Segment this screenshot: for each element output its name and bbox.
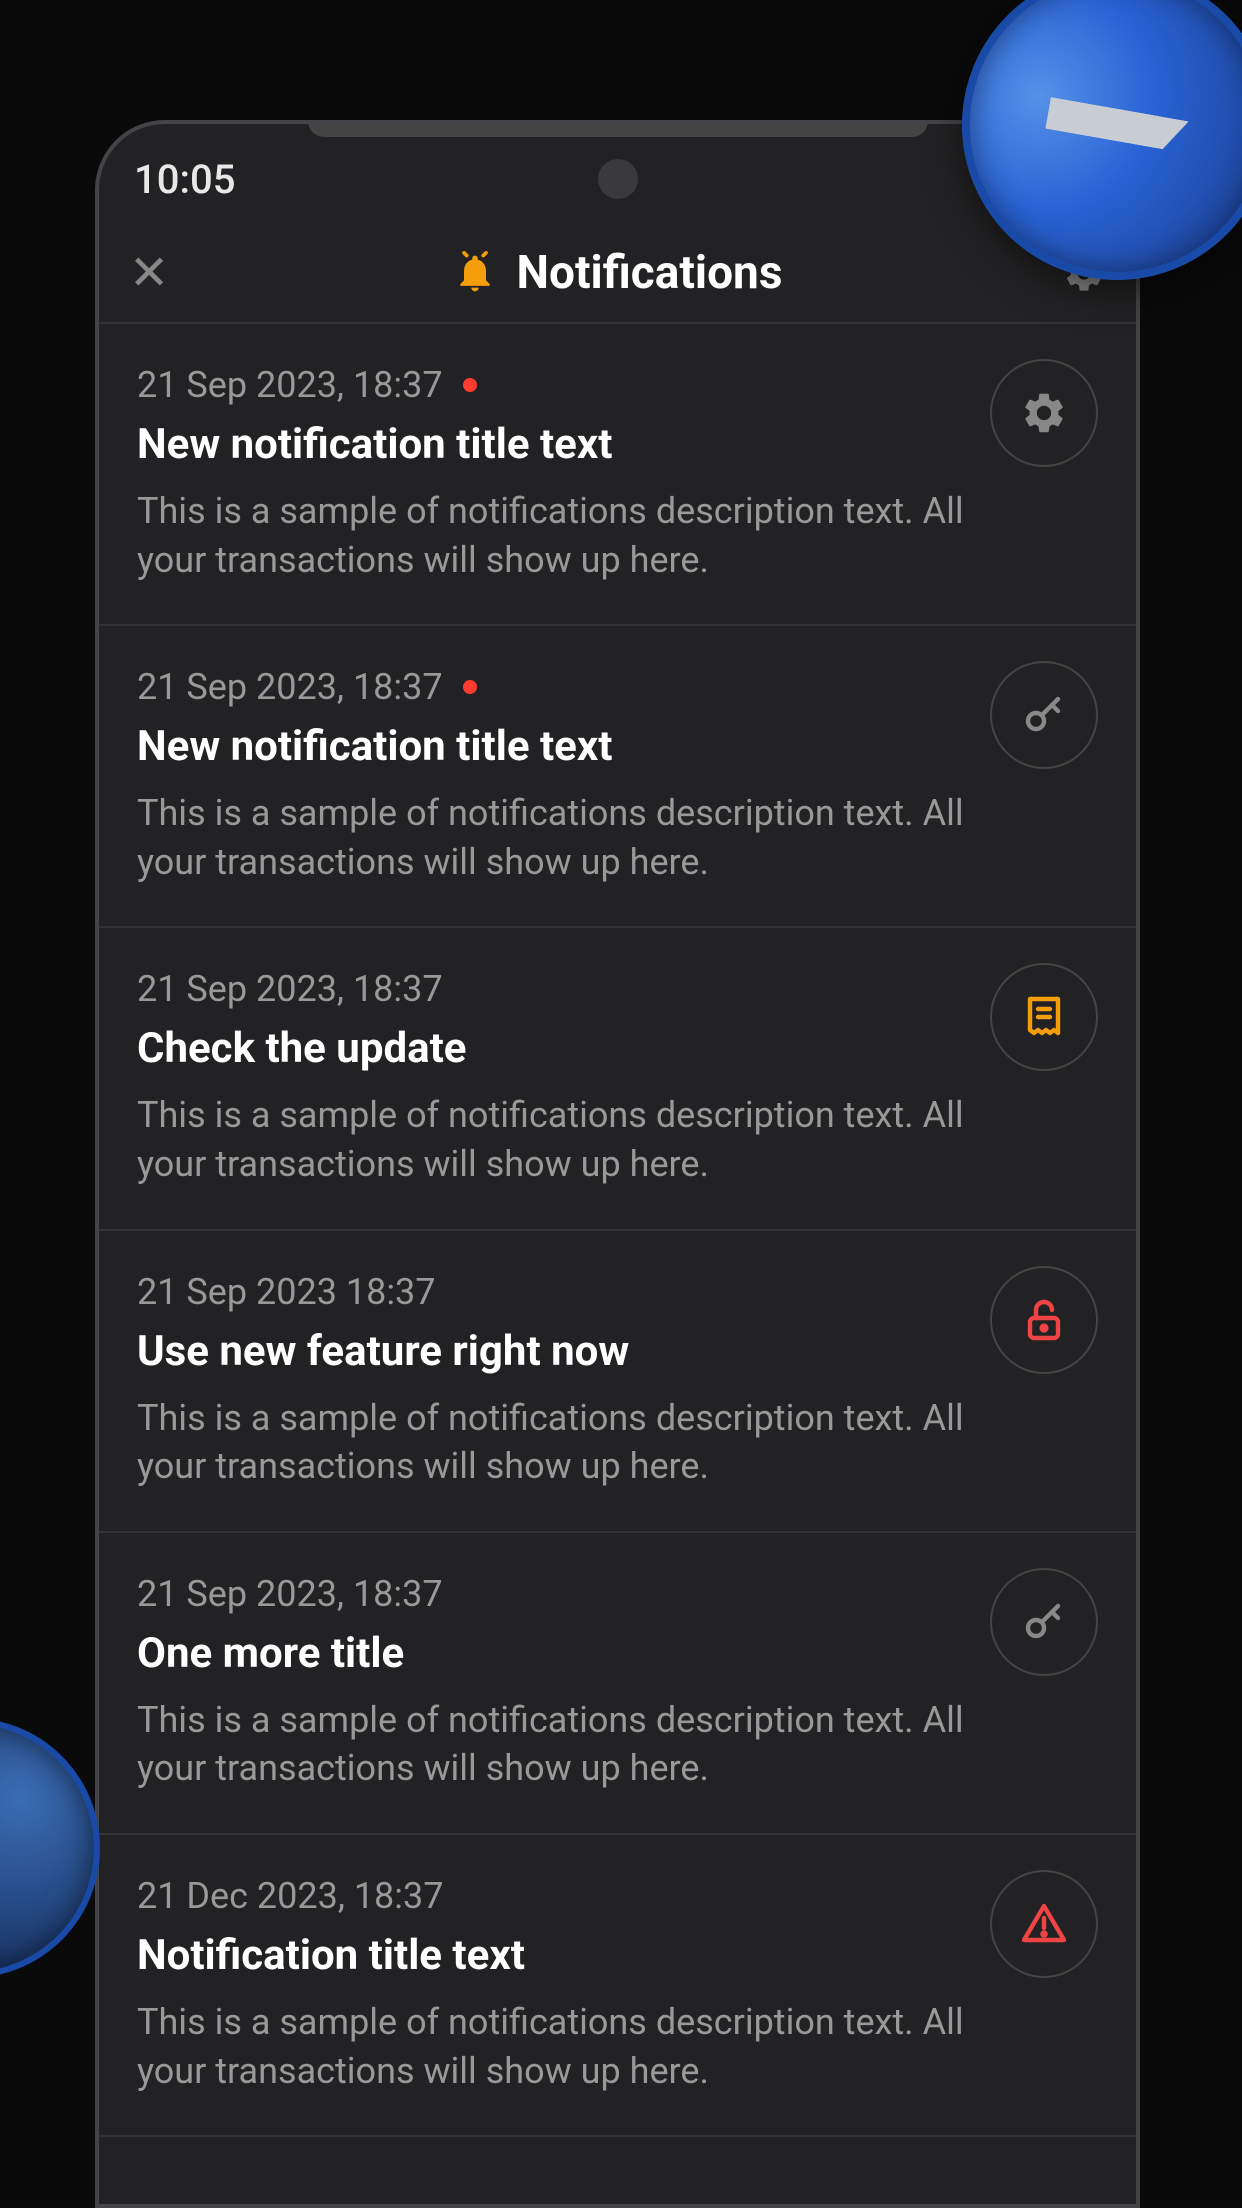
notification-meta: 21 Sep 2023, 18:37	[137, 968, 1098, 1010]
warning-icon	[1020, 1900, 1068, 1948]
notifications-list[interactable]: 21 Sep 2023, 18:37 New notification titl…	[99, 324, 1136, 2137]
notification-meta: 21 Dec 2023, 18:37	[137, 1875, 1098, 1917]
notification-meta: 21 Sep 2023 18:37	[137, 1271, 1098, 1313]
notification-date: 21 Sep 2023, 18:37	[137, 968, 443, 1010]
bell-icon	[453, 251, 497, 295]
receipt-icon	[1020, 993, 1068, 1041]
notification-item[interactable]: 21 Sep 2023 18:37 Use new feature right …	[99, 1231, 1136, 1533]
notification-category-button[interactable]	[990, 359, 1098, 467]
lock-icon	[1020, 1296, 1068, 1344]
decorative-coin-bottom	[0, 1718, 100, 1978]
close-button[interactable]: ✕	[129, 249, 189, 297]
notification-description: This is a sample of notifications descri…	[137, 1696, 1007, 1793]
notification-title: Use new feature right now	[137, 1327, 1098, 1376]
notification-title: Check the update	[137, 1024, 1098, 1073]
notification-description: This is a sample of notifications descri…	[137, 1998, 1007, 2095]
notification-date: 21 Sep 2023 18:37	[137, 1271, 436, 1313]
notification-category-button[interactable]	[990, 963, 1098, 1071]
notification-description: This is a sample of notifications descri…	[137, 1394, 1007, 1491]
status-time: 10:05	[134, 156, 235, 203]
unread-indicator	[463, 378, 477, 392]
notification-item[interactable]: 21 Dec 2023, 18:37 Notification title te…	[99, 1835, 1136, 2137]
phone-notch	[308, 121, 928, 137]
notification-description: This is a sample of notifications descri…	[137, 1091, 1007, 1188]
notification-category-button[interactable]	[990, 1266, 1098, 1374]
unread-indicator	[463, 680, 477, 694]
notification-title: New notification title text	[137, 420, 1098, 469]
notification-item[interactable]: 21 Sep 2023, 18:37 New notification titl…	[99, 324, 1136, 626]
key-icon	[1020, 1598, 1068, 1646]
notification-title: Notification title text	[137, 1931, 1098, 1980]
page-title: Notifications	[517, 246, 783, 300]
notification-date: 21 Sep 2023, 18:37	[137, 1573, 443, 1615]
notification-date: 21 Sep 2023, 18:37	[137, 364, 443, 406]
notification-description: This is a sample of notifications descri…	[137, 487, 1007, 584]
key-icon	[1020, 691, 1068, 739]
notification-title: New notification title text	[137, 722, 1098, 771]
notification-date: 21 Dec 2023, 18:37	[137, 1875, 443, 1917]
notification-item[interactable]: 21 Sep 2023, 18:37 New notification titl…	[99, 626, 1136, 928]
notification-item[interactable]: 21 Sep 2023, 18:37 One more title This i…	[99, 1533, 1136, 1835]
notification-date: 21 Sep 2023, 18:37	[137, 666, 443, 708]
notification-title: One more title	[137, 1629, 1098, 1678]
notification-item[interactable]: 21 Sep 2023, 18:37 Check the update This…	[99, 928, 1136, 1230]
phone-frame: 10:05 ✕ Notifications	[95, 120, 1140, 2208]
camera-dot	[598, 159, 638, 199]
notification-category-button[interactable]	[990, 1870, 1098, 1978]
gear-icon	[1020, 389, 1068, 437]
notification-meta: 21 Sep 2023, 18:37	[137, 1573, 1098, 1615]
notification-meta: 21 Sep 2023, 18:37	[137, 666, 1098, 708]
app-header: ✕ Notifications	[99, 224, 1136, 324]
notification-description: This is a sample of notifications descri…	[137, 789, 1007, 886]
notification-meta: 21 Sep 2023, 18:37	[137, 364, 1098, 406]
notification-category-button[interactable]	[990, 1568, 1098, 1676]
notification-category-button[interactable]	[990, 661, 1098, 769]
